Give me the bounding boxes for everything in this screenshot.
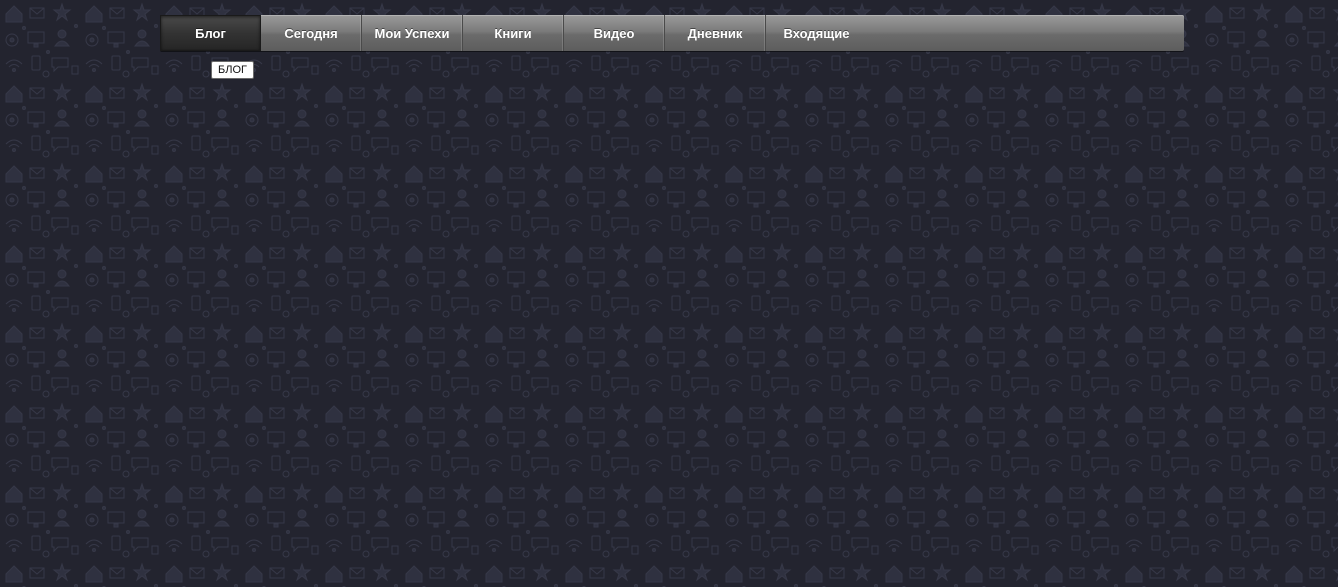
nav-item-label: Блог [195, 25, 226, 41]
nav-tooltip: БЛОГ [211, 61, 254, 79]
background-icon-pattern [0, 0, 1338, 587]
nav-item-label: Дневник [687, 25, 743, 41]
main-navigation-bar: Блог Сегодня Мои Успехи Книги Видео Днев… [160, 15, 1184, 51]
nav-item-diary[interactable]: Дневник [665, 15, 766, 51]
nav-item-inbox[interactable]: Входящие [766, 15, 867, 51]
nav-item-label: Мои Успехи [374, 25, 450, 41]
nav-item-video[interactable]: Видео [564, 15, 665, 51]
nav-item-label: Сегодня [284, 25, 338, 41]
nav-item-label: Книги [494, 25, 532, 41]
nav-item-today[interactable]: Сегодня [261, 15, 362, 51]
nav-item-blog[interactable]: Блог [160, 15, 261, 51]
nav-item-books[interactable]: Книги [463, 15, 564, 51]
nav-item-label: Видео [593, 25, 635, 41]
nav-item-label: Входящие [783, 25, 850, 41]
nav-item-my-achievements[interactable]: Мои Успехи [362, 15, 463, 51]
